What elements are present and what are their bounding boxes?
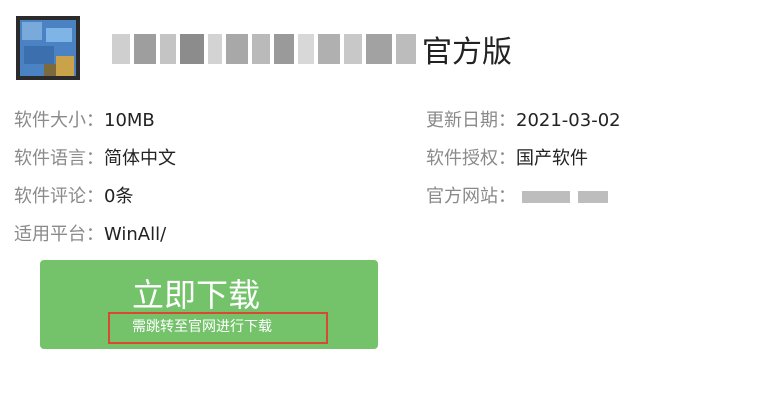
info-reviews: 软件评论：0条 (14, 182, 133, 208)
update-label: 更新日期： (426, 110, 516, 131)
reviews-value[interactable]: 0条 (104, 186, 133, 207)
download-button[interactable]: 立即下载 需跳转至官网进行下载 (40, 260, 378, 349)
info-license: 软件授权：国产软件 (426, 144, 588, 170)
app-icon (16, 16, 80, 80)
license-value: 国产软件 (516, 148, 588, 169)
download-note: 需跳转至官网进行下载 (132, 319, 272, 335)
info-size: 软件大小：10MB (14, 106, 155, 132)
download-button-label: 立即下载 (132, 276, 261, 314)
size-value: 10MB (104, 110, 155, 131)
reviews-label: 软件评论： (14, 186, 104, 207)
info-language: 软件语言：简体中文 (14, 144, 176, 170)
app-title-suffix: 官方版 (422, 35, 512, 70)
info-update: 更新日期：2021-03-02 (426, 106, 621, 132)
website-label: 官方网站： (426, 186, 516, 207)
platform-label: 适用平台： (14, 224, 104, 245)
size-label: 软件大小： (14, 110, 104, 131)
platform-value: WinAll/ (104, 224, 167, 245)
redacted-website-link[interactable] (521, 191, 608, 203)
update-value: 2021-03-02 (516, 110, 621, 131)
page-title: 官方版 (112, 22, 512, 76)
info-platform: 适用平台：WinAll/ (14, 220, 166, 246)
license-label: 软件授权： (426, 148, 516, 169)
info-website: 官方网站： (426, 182, 608, 208)
language-label: 软件语言： (14, 148, 104, 169)
language-value: 简体中文 (104, 148, 176, 169)
redacted-app-name (112, 34, 416, 64)
